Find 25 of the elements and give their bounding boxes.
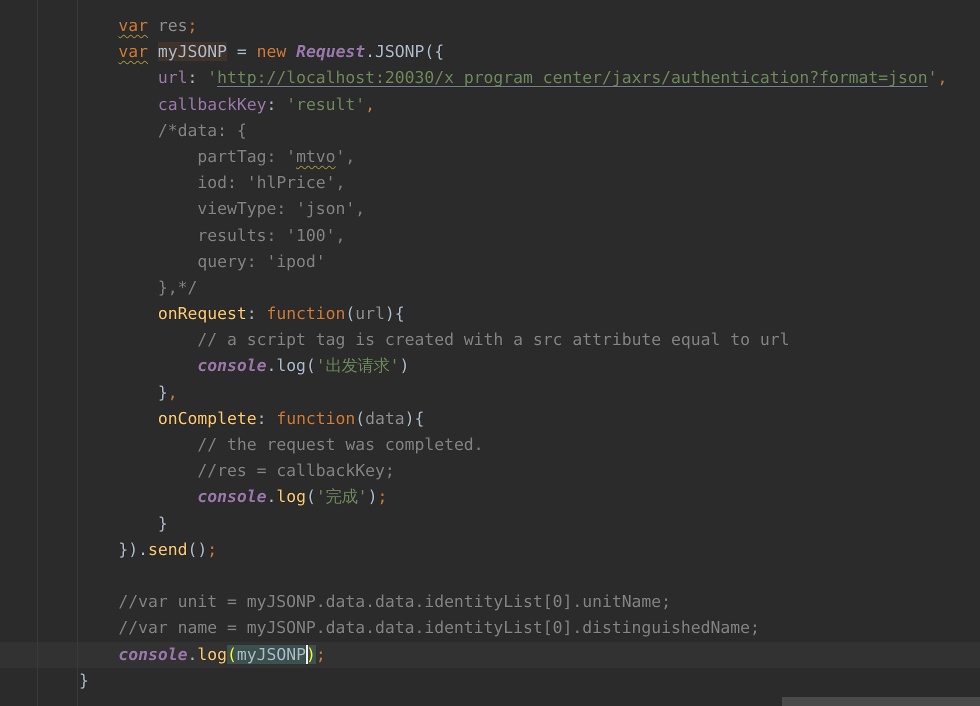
code-line: onComplete: function(data){ [158, 408, 424, 428]
code-line: query: 'ipod' [197, 252, 326, 271]
code-line: console.log('出发请求') [197, 356, 410, 376]
code-line: var myJSONP = new Request.JSONP({ [118, 42, 444, 62]
code-line: partTag: 'mtvo', [197, 146, 356, 166]
code-line: //var unit = myJSONP.data.data.identityList[0].unitName; [118, 592, 672, 612]
code-line: //res = callbackKey; [197, 461, 395, 480]
code-line: iod: 'hlPrice', [197, 173, 346, 192]
code-line: url: 'http://localhost:20030/x_program_center/jaxrs/authentication?format=json', [158, 68, 948, 88]
code-line: }).send(); [118, 540, 218, 559]
code-line: // the request was completed. [197, 435, 484, 454]
code-line: },*/ [158, 278, 198, 297]
code-line: } [158, 514, 168, 533]
code-line: // a script tag is created with a src attribute equal to url [197, 330, 790, 350]
code-line: results: '100', [197, 226, 346, 244]
code-line: var res; [118, 16, 198, 35]
code-line: }, [158, 382, 178, 402]
code-line: callbackKey: 'result', [158, 94, 376, 114]
horizontal-scrollbar[interactable] [782, 697, 980, 706]
code-line: console.log('完成'); [197, 487, 388, 506]
code-line: onRequest: function(url){ [158, 304, 405, 324]
code-line: //var name = myJSONP.data.data.identityList[0].distinguishedName; [118, 618, 760, 638]
code-line: /*data: { [158, 120, 247, 140]
code-line: viewType: 'json', [197, 199, 366, 218]
code-line: } [78, 670, 89, 690]
